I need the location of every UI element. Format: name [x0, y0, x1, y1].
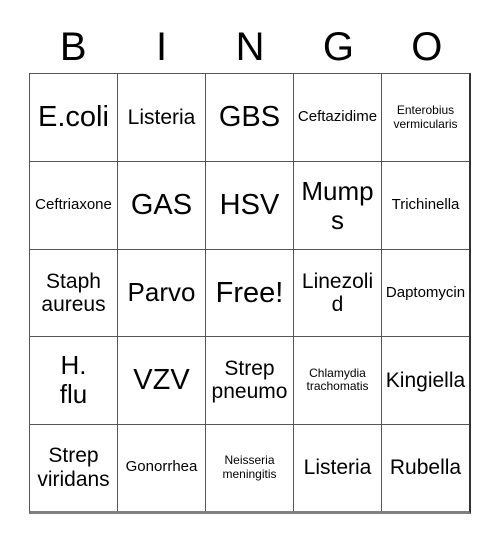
bingo-row: H. flu VZV Strep pneumo Chlamydia tracho… [30, 336, 469, 424]
bingo-cell-label: Ceftriaxone [35, 196, 112, 214]
bingo-cell-label: Kingiella [385, 368, 466, 392]
bingo-cell[interactable]: Staph aureus [30, 248, 117, 337]
bingo-cell[interactable]: Mumps [293, 161, 381, 249]
bingo-cell-label: Strep pneumo [211, 356, 288, 404]
bingo-cell-label: VZV [133, 364, 190, 397]
bingo-cell[interactable]: HSV [205, 161, 293, 249]
bingo-cell[interactable]: Listeria [293, 423, 381, 512]
bingo-cell-label: Parvo [127, 277, 196, 308]
bingo-cell-label: Listeria [127, 105, 196, 129]
bingo-cell-label: Free! [215, 276, 284, 309]
bingo-cell-label: HSV [219, 189, 280, 222]
bingo-cell[interactable]: Listeria [117, 74, 205, 162]
bingo-cell[interactable]: Ceftazidime [293, 74, 381, 162]
bingo-row: Ceftriaxone GAS HSV Mumps Trichinella [30, 161, 469, 249]
bingo-header-letter-n: N [235, 25, 265, 69]
bingo-header-letter-g: G [322, 25, 354, 69]
bingo-cell[interactable]: H. flu [30, 336, 117, 424]
bingo-cell-label: Gonorrhea [125, 458, 198, 476]
bingo-cell[interactable]: Linezolid [293, 248, 381, 337]
bingo-cell[interactable]: Rubella [381, 423, 469, 512]
bingo-cell-label: GBS [218, 101, 281, 134]
bingo-cell-label: Staph aureus [41, 269, 106, 317]
bingo-cell-label: GAS [130, 189, 193, 222]
bingo-cell-label: Strep viridans [37, 444, 110, 491]
bingo-cell[interactable]: GBS [205, 74, 293, 162]
bingo-row: Strep viridans Gonorrhea Neisseria menin… [30, 423, 469, 512]
bingo-cell[interactable]: Kingiella [381, 336, 469, 424]
bingo-cell[interactable]: Chlamydia trachomatis [293, 336, 381, 424]
bingo-cell-label: Chlamydia trachomatis [306, 365, 369, 394]
bingo-cell-label: Trichinella [391, 196, 460, 214]
bingo-cell[interactable]: Parvo [117, 248, 205, 337]
bingo-cell-label: Rubella [389, 456, 462, 480]
bingo-cell-label: E.coli [38, 101, 109, 134]
bingo-row: Staph aureus Parvo Free! Linezolid Dapto… [30, 248, 469, 337]
bingo-cell-label: Neisseria meningitis [222, 453, 277, 481]
bingo-cell-label: Listeria [303, 456, 372, 480]
bingo-cell[interactable]: Daptomycin [381, 248, 469, 337]
bingo-cell-label: Enterobius vermicularis [393, 103, 458, 131]
bingo-header-letter-i: I [156, 25, 168, 69]
bingo-cell[interactable]: VZV [117, 336, 205, 424]
bingo-row: E.coli Listeria GBS Ceftazidime Enterobi… [30, 74, 469, 162]
bingo-cell[interactable]: Strep viridans [30, 423, 117, 512]
bingo-cell[interactable]: Gonorrhea [117, 423, 205, 512]
bingo-card: B I N G O E.coli Listeria GBS Ceftazidim… [0, 0, 500, 544]
bingo-cell-label: Daptomycin [385, 283, 466, 301]
bingo-cell[interactable]: Strep pneumo [205, 336, 293, 424]
bingo-cell[interactable]: Enterobius vermicularis [381, 74, 469, 162]
bingo-cell-label: Linezolid [301, 269, 374, 317]
bingo-header-row: B I N G O [29, 22, 471, 72]
bingo-cell[interactable]: Trichinella [381, 161, 469, 249]
bingo-cell[interactable]: Ceftriaxone [30, 161, 117, 249]
bingo-cell-label: Ceftazidime [297, 108, 378, 126]
bingo-header-letter-o: O [411, 25, 443, 69]
bingo-cell-label: H. flu [59, 350, 88, 410]
bingo-cell[interactable]: Neisseria meningitis [205, 423, 293, 512]
bingo-header-letter-b: B [59, 25, 87, 69]
bingo-cell-free-space[interactable]: Free! [205, 248, 293, 337]
bingo-grid: E.coli Listeria GBS Ceftazidime Enterobi… [29, 73, 471, 514]
bingo-cell[interactable]: GAS [117, 161, 205, 249]
bingo-cell-label: Mumps [301, 175, 374, 235]
bingo-cell[interactable]: E.coli [30, 74, 117, 162]
